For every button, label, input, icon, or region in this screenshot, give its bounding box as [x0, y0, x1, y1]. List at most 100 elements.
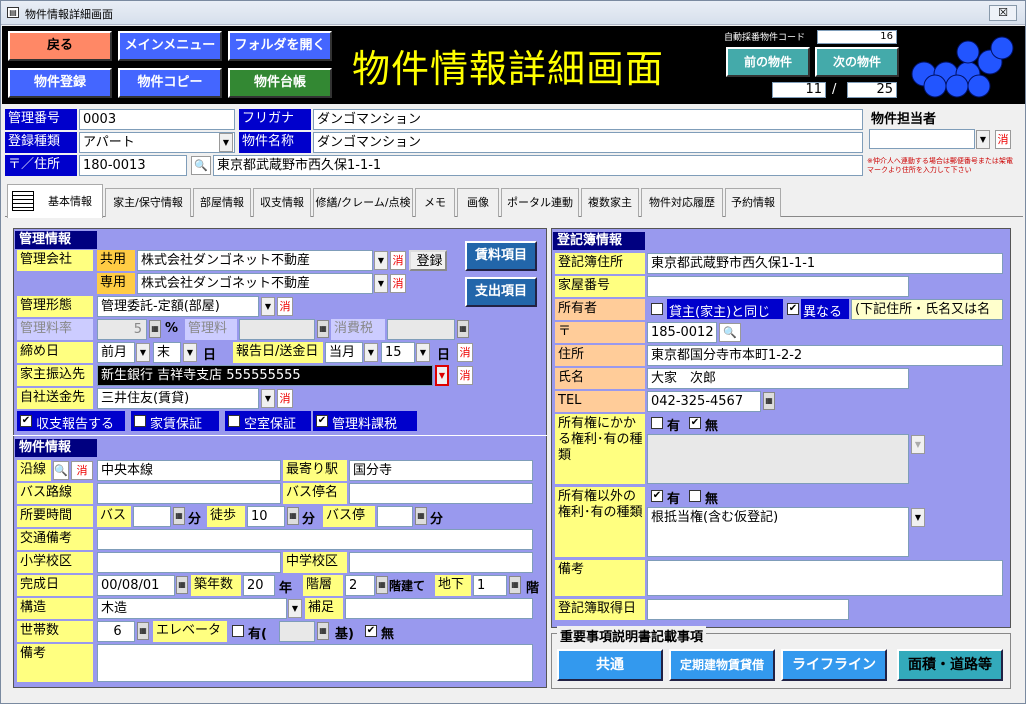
calculator-icon[interactable]: ▦	[173, 507, 185, 525]
same-owner-checkbox[interactable]	[651, 303, 663, 315]
income-report-checkbox[interactable]: ✔	[20, 415, 32, 427]
ensen-search-icon[interactable]: 🔍	[53, 461, 69, 480]
setai-field[interactable]: 6	[97, 621, 135, 642]
prev-button[interactable]: 前の物件	[726, 47, 810, 77]
kenri2-no-checkbox[interactable]	[689, 490, 701, 502]
tab-history[interactable]: 物件対応履歴	[641, 188, 723, 217]
rent-guarantee-checkbox[interactable]	[134, 415, 146, 427]
report-clear-button[interactable]: 消	[457, 343, 473, 362]
kansei-field[interactable]: 00/08/01	[97, 575, 175, 596]
owner-zip-search-icon[interactable]: 🔍	[719, 323, 741, 342]
biko-field[interactable]	[97, 644, 533, 682]
report-day-dropdown-icon[interactable]: ▼	[416, 343, 430, 362]
kaoku-field[interactable]	[647, 276, 909, 297]
calendar-picker-icon[interactable]: ▦	[176, 576, 188, 594]
owner-zip-field[interactable]: 185-0012	[647, 322, 717, 343]
tanto-select[interactable]	[869, 129, 975, 149]
senyo-select[interactable]: 株式会社ダンゴネット不動産	[137, 273, 373, 294]
calculator-icon[interactable]: ▦	[763, 392, 775, 410]
busstop-time-field[interactable]	[377, 506, 413, 527]
copy-button[interactable]: 物件コピー	[118, 68, 222, 98]
toki-address-field[interactable]: 東京都武蔵野市西久保1-1-1	[647, 253, 1003, 274]
expense-items-button[interactable]: 支出項目	[465, 277, 537, 307]
walk-field[interactable]: 10	[247, 506, 285, 527]
hosoku-field[interactable]	[345, 598, 533, 619]
calculator-icon[interactable]: ▦	[317, 320, 329, 338]
school-field[interactable]	[97, 552, 281, 573]
owner-tel-field[interactable]: 042-325-4567	[647, 391, 761, 412]
tab-memo[interactable]: メモ	[415, 188, 455, 217]
tab-income[interactable]: 収支情報	[253, 188, 311, 217]
ledger-button[interactable]: 物件台帳	[228, 68, 332, 98]
kanriryo-field[interactable]	[239, 319, 315, 340]
close-button[interactable]: ☒	[989, 5, 1017, 21]
elevator-count-field[interactable]	[279, 621, 315, 642]
elevator-no-checkbox[interactable]: ✔	[365, 625, 377, 637]
bus-stop-field[interactable]	[349, 483, 533, 504]
shime-day-dropdown-icon[interactable]: ▼	[183, 343, 197, 362]
tanto-clear-button[interactable]: 消	[995, 130, 1011, 149]
eki-field[interactable]: 国分寺	[349, 460, 533, 481]
kenri-no-checkbox[interactable]: ✔	[689, 417, 701, 429]
open-folder-button[interactable]: フォルダを開く	[228, 31, 332, 61]
senyo-dropdown-icon[interactable]: ▼	[374, 274, 388, 293]
calculator-icon[interactable]: ▦	[317, 622, 329, 640]
senyo-clear-button[interactable]: 消	[390, 274, 406, 293]
toroku-dropdown-icon[interactable]: ▼	[219, 133, 233, 152]
tab-image[interactable]: 画像	[457, 188, 499, 217]
calculator-icon[interactable]: ▦	[376, 576, 388, 594]
zip-field[interactable]: 180-0013	[79, 155, 187, 176]
calculator-icon[interactable]: ▦	[287, 507, 299, 525]
furigana-field[interactable]: ダンゴマンション	[313, 109, 863, 130]
tab-room[interactable]: 部屋情報	[193, 188, 251, 217]
furikomi-select[interactable]: 新生銀行 吉祥寺支店 555555555	[97, 365, 433, 386]
toki-biko-field[interactable]	[647, 560, 1003, 596]
next-button[interactable]: 次の物件	[815, 47, 899, 77]
shime-month-select[interactable]: 前月	[97, 342, 135, 363]
tab-reservation[interactable]: 予約情報	[725, 188, 781, 217]
toki-date-field[interactable]	[647, 599, 849, 620]
kozo-dropdown-icon[interactable]: ▼	[288, 599, 302, 618]
shime-month-dropdown-icon[interactable]: ▼	[136, 343, 150, 362]
fee-taxable-checkbox[interactable]: ✔	[316, 415, 328, 427]
back-button[interactable]: 戻る	[8, 31, 112, 61]
area-road-button[interactable]: 面積・道路等	[897, 649, 1003, 681]
kenri-yes-checkbox[interactable]	[651, 417, 663, 429]
tab-basic[interactable]: 基本情報	[7, 184, 103, 218]
calculator-icon[interactable]: ▦	[149, 320, 161, 338]
kyoyo-dropdown-icon[interactable]: ▼	[374, 251, 388, 270]
furikomi-dropdown-icon[interactable]: ▼	[435, 365, 449, 386]
kenri-dropdown-icon[interactable]: ▼	[911, 435, 925, 454]
keitai-dropdown-icon[interactable]: ▼	[261, 297, 275, 316]
tab-multi-owner[interactable]: 複数家主	[581, 188, 639, 217]
tab-owner[interactable]: 家主/保守情報	[105, 188, 191, 217]
name-field[interactable]: ダンゴマンション	[313, 132, 863, 153]
owner-address-field[interactable]: 東京都国分寺市本町1-2-2	[647, 345, 1003, 366]
company-register-button[interactable]: 登録	[409, 250, 447, 271]
shime-day-select[interactable]: 末	[153, 342, 181, 363]
calculator-icon[interactable]: ▦	[509, 576, 521, 594]
calculator-icon[interactable]: ▦	[415, 507, 427, 525]
calculator-icon[interactable]: ▦	[137, 622, 149, 640]
register-button[interactable]: 物件登録	[8, 68, 112, 98]
vacancy-guarantee-checkbox[interactable]	[228, 415, 240, 427]
shohizei-field[interactable]	[387, 319, 455, 340]
kenri-field[interactable]	[647, 434, 909, 484]
kenri2-field[interactable]: 根抵当権(含む仮登記)	[647, 507, 909, 557]
rent-items-button[interactable]: 賃料項目	[465, 241, 537, 271]
ensen-field[interactable]: 中央本線	[97, 460, 281, 481]
address-field[interactable]: 東京都武蔵野市西久保1-1-1	[213, 155, 863, 176]
report-month-select[interactable]: 当月	[325, 342, 363, 363]
chikunen-field[interactable]: 20	[243, 575, 275, 596]
zip-search-icon[interactable]: 🔍	[191, 156, 211, 175]
diff-owner-checkbox[interactable]: ✔	[787, 303, 799, 315]
kenri2-dropdown-icon[interactable]: ▼	[911, 508, 925, 527]
report-day-select[interactable]: 15	[381, 342, 415, 363]
keitai-clear-button[interactable]: 消	[277, 297, 293, 316]
kenri2-yes-checkbox[interactable]: ✔	[651, 490, 663, 502]
fixed-lease-button[interactable]: 定期建物賃貸借	[669, 649, 775, 681]
jisha-dropdown-icon[interactable]: ▼	[261, 389, 275, 408]
owner-name-field[interactable]: 大家 次郎	[647, 368, 909, 389]
tanto-dropdown-icon[interactable]: ▼	[976, 130, 990, 149]
jisha-select[interactable]: 三井住友(賃貸)	[97, 388, 259, 409]
